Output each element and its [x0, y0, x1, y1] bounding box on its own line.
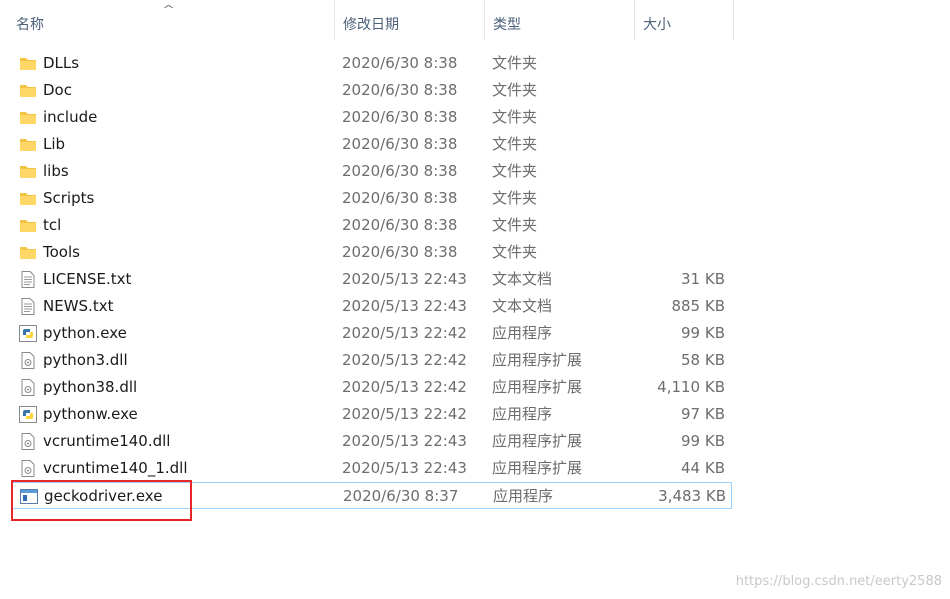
file-date: 2020/5/13 22:43 [342, 297, 467, 315]
file-size: 58 KB [681, 351, 725, 369]
file-size: 44 KB [681, 459, 725, 477]
file-type: 应用程序扩展 [492, 459, 583, 477]
file-name: python3.dll [43, 351, 128, 369]
file-size: 885 KB [671, 297, 725, 315]
file-row[interactable]: Lib 2020/6/30 8:38 文件夹 [12, 131, 732, 158]
file-name: vcruntime140.dll [43, 432, 171, 450]
file-size: 31 KB [681, 270, 725, 288]
file-row[interactable]: libs 2020/6/30 8:38 文件夹 [12, 158, 732, 185]
file-name: include [43, 108, 98, 126]
file-date: 2020/6/30 8:37 [343, 487, 459, 505]
file-date: 2020/6/30 8:38 [342, 162, 458, 180]
file-name: NEWS.txt [43, 297, 114, 315]
file-date: 2020/5/13 22:43 [342, 432, 467, 450]
file-name: libs [43, 162, 69, 180]
file-type: 文件夹 [492, 81, 538, 99]
file-date: 2020/5/13 22:43 [342, 459, 467, 477]
file-type: 应用程序 [493, 487, 554, 505]
file-type: 文本文档 [492, 297, 553, 315]
folder-icon [19, 55, 37, 72]
file-name: tcl [43, 216, 62, 234]
file-name: Doc [43, 81, 72, 99]
annotation-highlight-box [11, 480, 192, 521]
file-row[interactable]: Doc 2020/6/30 8:38 文件夹 [12, 77, 732, 104]
file-row[interactable]: Tools 2020/6/30 8:38 文件夹 [12, 239, 732, 266]
folder-icon [19, 136, 37, 153]
file-date: 2020/6/30 8:38 [342, 108, 458, 126]
file-row[interactable]: LICENSE.txt 2020/5/13 22:43 文本文档 31 KB [12, 266, 732, 293]
column-header-size[interactable]: 大小 [634, 0, 734, 40]
text-file-icon [19, 271, 37, 288]
folder-icon [19, 190, 37, 207]
file-row[interactable]: include 2020/6/30 8:38 文件夹 [12, 104, 732, 131]
file-name: python.exe [43, 324, 127, 342]
file-date: 2020/6/30 8:38 [342, 54, 458, 72]
file-row[interactable]: tcl 2020/6/30 8:38 文件夹 [12, 212, 732, 239]
column-header-date[interactable]: 修改日期 [334, 0, 484, 40]
python-exe-icon [19, 406, 37, 423]
folder-icon [19, 163, 37, 180]
file-name: DLLs [43, 54, 80, 72]
file-row[interactable]: NEWS.txt 2020/5/13 22:43 文本文档 885 KB [12, 293, 732, 320]
file-row[interactable]: DLLs 2020/6/30 8:38 文件夹 [12, 50, 732, 77]
file-type: 应用程序扩展 [492, 351, 583, 369]
column-header-type[interactable]: 类型 [484, 0, 634, 40]
file-row[interactable]: python.exe 2020/5/13 22:42 应用程序 99 KB [12, 320, 732, 347]
python-exe-icon [19, 325, 37, 342]
file-type: 文件夹 [492, 135, 538, 153]
file-size: 3,483 KB [658, 487, 726, 505]
file-date: 2020/6/30 8:38 [342, 135, 458, 153]
file-name: vcruntime140_1.dll [43, 459, 188, 477]
file-name: Scripts [43, 189, 95, 207]
file-row[interactable]: Scripts 2020/6/30 8:38 文件夹 [12, 185, 732, 212]
dll-file-icon [19, 379, 37, 396]
dll-file-icon [19, 433, 37, 450]
file-date: 2020/6/30 8:38 [342, 81, 458, 99]
folder-icon [19, 82, 37, 99]
file-date: 2020/5/13 22:42 [342, 405, 467, 423]
column-header-name[interactable]: 名称 [8, 0, 334, 40]
file-name: python38.dll [43, 378, 138, 396]
dll-file-icon [19, 352, 37, 369]
file-date: 2020/5/13 22:42 [342, 351, 467, 369]
folder-icon [19, 244, 37, 261]
file-date: 2020/5/13 22:43 [342, 270, 467, 288]
file-row[interactable]: python38.dll 2020/5/13 22:42 应用程序扩展 4,110 K… [12, 374, 732, 401]
dll-file-icon [19, 460, 37, 477]
folder-icon [19, 109, 37, 126]
file-type: 文件夹 [492, 189, 538, 207]
file-name: Tools [43, 243, 80, 261]
file-type: 应用程序扩展 [492, 432, 583, 450]
file-name: Lib [43, 135, 66, 153]
file-row[interactable]: vcruntime140_1.dll 2020/5/13 22:43 应用程序扩展 4… [12, 455, 732, 482]
file-date: 2020/5/13 22:42 [342, 378, 467, 396]
folder-icon [19, 217, 37, 234]
file-size: 99 KB [681, 432, 725, 450]
file-row[interactable]: vcruntime140.dll 2020/5/13 22:43 应用程序扩展 99 … [12, 428, 732, 455]
file-row[interactable]: pythonw.exe 2020/5/13 22:42 应用程序 97 KB [12, 401, 732, 428]
watermark: https://blog.csdn.net/eerty2588 [735, 574, 942, 589]
file-row[interactable]: python3.dll 2020/5/13 22:42 应用程序扩展 58 KB [12, 347, 732, 374]
file-type: 应用程序 [492, 405, 553, 423]
file-date: 2020/6/30 8:38 [342, 243, 458, 261]
file-type: 文件夹 [492, 162, 538, 180]
column-header: ^ 名称 修改日期 类型 大小 [0, 0, 736, 40]
file-type: 应用程序扩展 [492, 378, 583, 396]
file-type: 应用程序 [492, 324, 553, 342]
file-size: 99 KB [681, 324, 725, 342]
file-type: 文件夹 [492, 54, 538, 72]
file-type: 文件夹 [492, 243, 538, 261]
file-list: DLLs 2020/6/30 8:38 文件夹 Doc 2020/6/30 8:38 文件… [12, 50, 732, 509]
file-name: pythonw.exe [43, 405, 138, 423]
text-file-icon [19, 298, 37, 315]
file-size: 97 KB [681, 405, 725, 423]
file-type: 文件夹 [492, 108, 538, 126]
file-name: LICENSE.txt [43, 270, 132, 288]
file-size: 4,110 KB [657, 378, 725, 396]
file-type: 文件夹 [492, 216, 538, 234]
file-date: 2020/6/30 8:38 [342, 189, 458, 207]
file-date: 2020/5/13 22:42 [342, 324, 467, 342]
file-type: 文本文档 [492, 270, 553, 288]
file-date: 2020/6/30 8:38 [342, 216, 458, 234]
